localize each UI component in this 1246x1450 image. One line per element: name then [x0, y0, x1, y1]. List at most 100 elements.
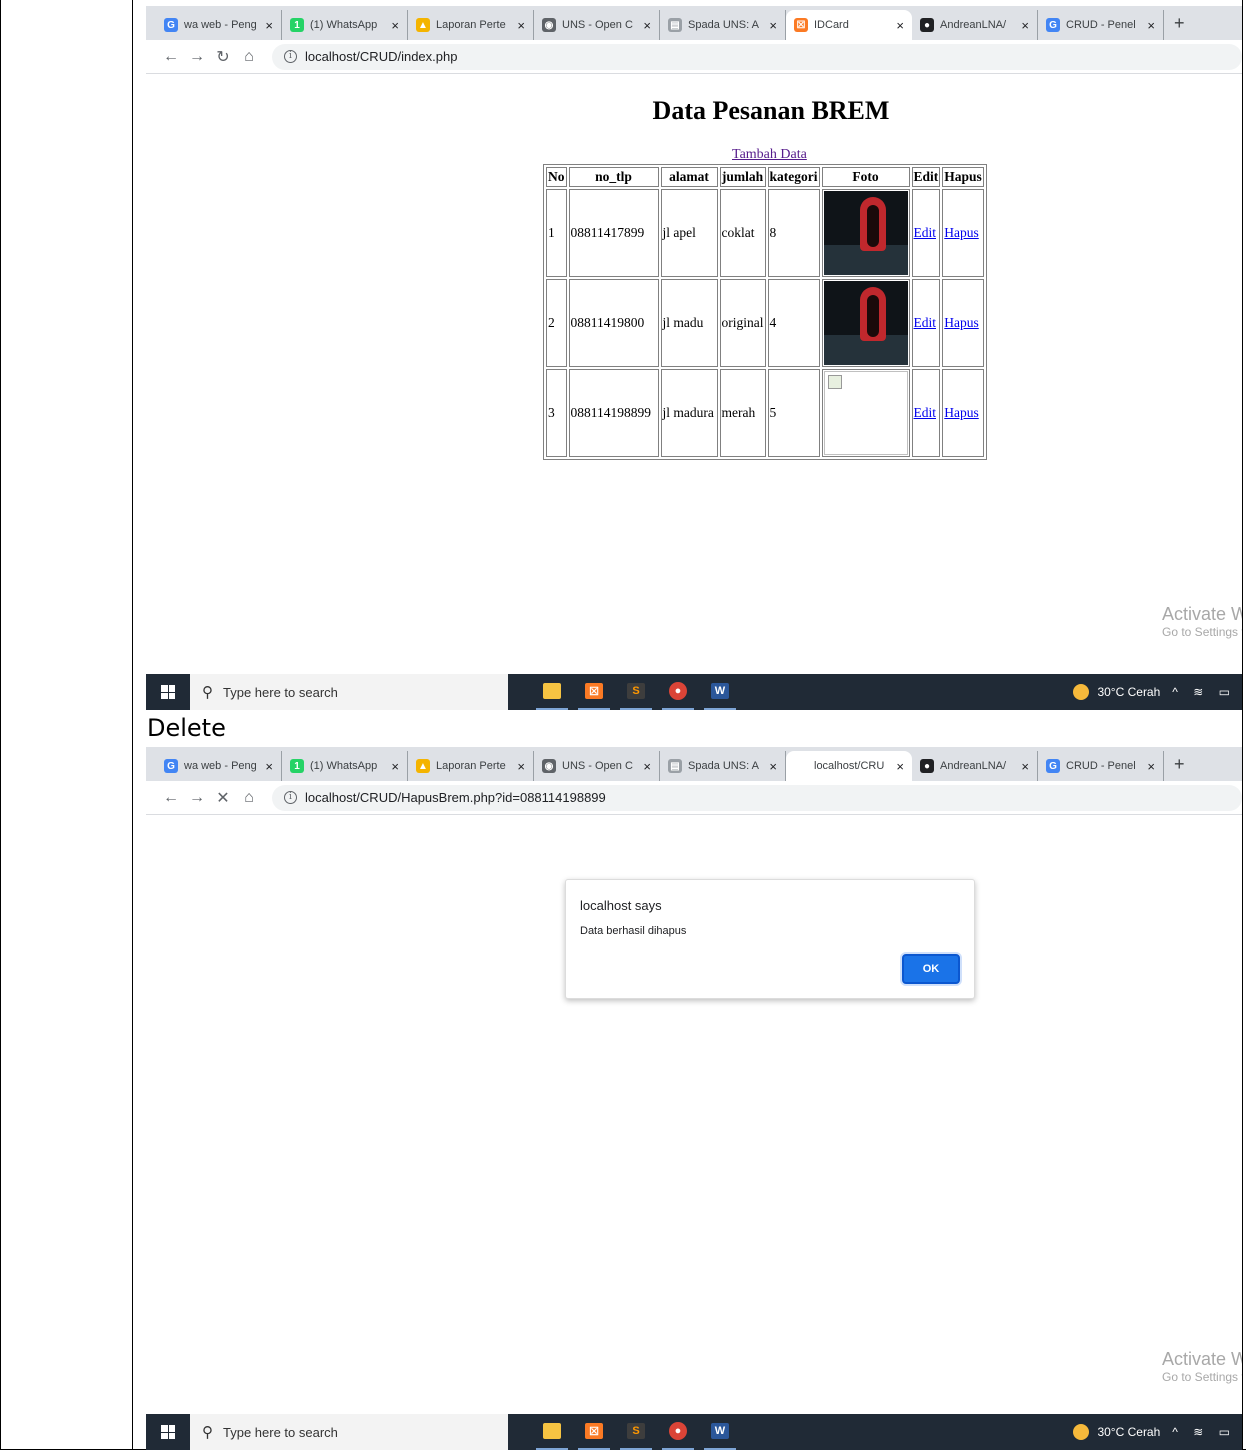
windows-logo-icon: [161, 685, 175, 699]
browser-tab[interactable]: ▲ Laporan Perte ×: [408, 10, 534, 40]
header-hapus: Hapus: [942, 167, 984, 187]
tab-title: AndreanLNA/: [940, 760, 1007, 772]
browser-tab[interactable]: 1 (1) WhatsApp ×: [282, 10, 408, 40]
cell-no: 3: [546, 369, 567, 457]
tab-favicon-icon: ◉: [542, 759, 556, 773]
tray-icons[interactable]: ^ ≋ ▭: [1172, 685, 1236, 699]
taskbar-search[interactable]: ⚲ Type here to search: [190, 1414, 508, 1450]
back-arrow-icon[interactable]: ←: [158, 789, 184, 807]
close-icon[interactable]: ×: [265, 759, 273, 774]
new-tab-plus-icon[interactable]: +: [1164, 13, 1195, 34]
close-icon[interactable]: ×: [769, 759, 777, 774]
chrome-icon[interactable]: ●: [662, 1414, 694, 1450]
file-explorer-icon[interactable]: [536, 674, 568, 710]
close-icon[interactable]: ×: [1021, 18, 1029, 33]
tab-title: wa web - Peng: [184, 760, 257, 772]
file-explorer-icon[interactable]: [536, 1414, 568, 1450]
sublime-text-icon[interactable]: S: [620, 1414, 652, 1450]
hapus-link[interactable]: Hapus: [944, 315, 979, 330]
tambah-data-link[interactable]: Tambah Data: [732, 147, 807, 163]
close-icon[interactable]: ×: [896, 759, 904, 774]
cell-no-tlp: 088114198899: [568, 369, 659, 457]
info-icon[interactable]: i: [284, 791, 297, 804]
close-icon[interactable]: ×: [265, 18, 273, 33]
cell-edit: Edit: [911, 369, 941, 457]
browser-tab[interactable]: ● AndreanLNA/ ×: [912, 751, 1038, 781]
browser-tab[interactable]: G CRUD - Penel ×: [1038, 751, 1164, 781]
word-icon[interactable]: W: [704, 674, 736, 710]
browser-toolbar: ← → ✕ ⌂ i localhost/CRUD/HapusBrem.php?i…: [146, 781, 1242, 815]
hapus-link[interactable]: Hapus: [944, 405, 979, 420]
product-photo: [823, 191, 908, 275]
browser-tab[interactable]: ▤ Spada UNS: A ×: [660, 751, 786, 781]
browser-tab[interactable]: ◉ UNS - Open C ×: [534, 10, 660, 40]
browser-tab[interactable]: ▲ Laporan Perte ×: [408, 751, 534, 781]
tab-favicon-icon: ▲: [416, 18, 430, 32]
start-button[interactable]: [146, 674, 190, 710]
info-icon[interactable]: i: [284, 50, 297, 63]
close-icon[interactable]: ×: [1147, 759, 1155, 774]
browser-tab[interactable]: Gwa web - Peng ×: [156, 10, 282, 40]
tab-favicon-icon: 1: [290, 18, 304, 32]
weather-text[interactable]: 30°C Cerah: [1097, 685, 1160, 699]
new-tab-plus-icon[interactable]: +: [1164, 754, 1195, 775]
edit-link[interactable]: Edit: [914, 405, 937, 420]
close-icon[interactable]: ×: [1021, 759, 1029, 774]
hapus-link[interactable]: Hapus: [944, 225, 979, 240]
home-icon[interactable]: ⌂: [236, 789, 262, 807]
cell-kategori: 8: [767, 189, 820, 277]
browser-tab[interactable]: ◉ UNS - Open C ×: [534, 751, 660, 781]
close-icon[interactable]: ×: [391, 18, 399, 33]
close-icon[interactable]: ×: [1147, 18, 1155, 33]
xampp-icon[interactable]: ☒: [578, 1414, 610, 1450]
browser-tab[interactable]: Gwa web - Peng ×: [156, 751, 282, 781]
close-icon[interactable]: ×: [769, 18, 777, 33]
back-arrow-icon[interactable]: ←: [158, 48, 184, 66]
stop-icon[interactable]: ✕: [210, 788, 236, 808]
edit-link[interactable]: Edit: [914, 315, 937, 330]
sublime-text-icon[interactable]: S: [620, 674, 652, 710]
tab-title: UNS - Open C: [562, 760, 633, 772]
address-bar[interactable]: i localhost/CRUD/index.php: [272, 43, 1242, 70]
dialog-message: Data berhasil dihapus: [580, 925, 687, 937]
tab-title: (1) WhatsApp: [310, 760, 378, 772]
edit-link[interactable]: Edit: [914, 225, 937, 240]
browser-tab[interactable]: G CRUD - Penel ×: [1038, 10, 1164, 40]
tab-favicon-icon: G: [1046, 759, 1060, 773]
address-bar[interactable]: i localhost/CRUD/HapusBrem.php?id=088114…: [272, 784, 1242, 811]
reload-icon[interactable]: ↻: [210, 47, 236, 67]
browser-tab[interactable]: · localhost/CRU ×: [786, 751, 912, 781]
tray-icons[interactable]: ^ ≋ ▭: [1172, 1425, 1236, 1439]
tab-strip: Gwa web - Peng × 1 (1) WhatsApp × ▲ Laporan Pe…: [146, 747, 1242, 781]
taskbar-search[interactable]: ⚲ Type here to search: [190, 674, 508, 710]
cell-jumlah: original: [719, 279, 766, 367]
close-icon[interactable]: ×: [517, 18, 525, 33]
browser-tab[interactable]: ▤ Spada UNS: A ×: [660, 10, 786, 40]
close-icon[interactable]: ×: [391, 759, 399, 774]
close-icon[interactable]: ×: [643, 18, 651, 33]
system-tray: 30°C Cerah ^ ≋ ▭: [1073, 684, 1242, 700]
close-icon[interactable]: ×: [896, 18, 904, 33]
forward-arrow-icon[interactable]: →: [184, 789, 210, 807]
browser-tab[interactable]: ● AndreanLNA/ ×: [912, 10, 1038, 40]
weather-text[interactable]: 30°C Cerah: [1097, 1425, 1160, 1439]
tab-favicon-icon: ◉: [542, 18, 556, 32]
forward-arrow-icon[interactable]: →: [184, 48, 210, 66]
close-icon[interactable]: ×: [517, 759, 525, 774]
browser-tab[interactable]: 1 (1) WhatsApp ×: [282, 751, 408, 781]
tab-favicon-icon: ·: [794, 759, 808, 773]
xampp-icon[interactable]: ☒: [578, 674, 610, 710]
browser-tab[interactable]: ☒ IDCard ×: [786, 10, 912, 40]
home-icon[interactable]: ⌂: [236, 48, 262, 66]
header-alamat: alamat: [660, 167, 718, 187]
page-title: Data Pesanan BREM: [652, 96, 890, 125]
chrome-icon[interactable]: ●: [662, 674, 694, 710]
word-icon[interactable]: W: [704, 1414, 736, 1450]
broken-image-icon: [823, 371, 908, 455]
start-button[interactable]: [146, 1414, 190, 1450]
close-icon[interactable]: ×: [643, 759, 651, 774]
cell-jumlah: coklat: [719, 189, 766, 277]
cell-foto: [821, 369, 910, 457]
tab-title: CRUD - Penel: [1066, 760, 1136, 772]
ok-button[interactable]: OK: [902, 954, 960, 984]
